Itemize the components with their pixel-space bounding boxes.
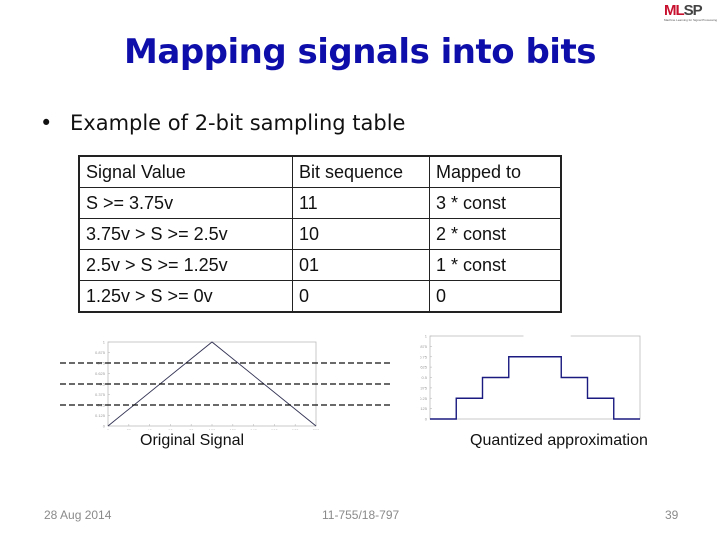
- y-tick-label: 0.875: [420, 344, 428, 349]
- x-tick-label: 80: [189, 428, 194, 430]
- y-tick-label: 0.125: [95, 413, 106, 418]
- y-tick-label: 0.5: [421, 375, 427, 380]
- slide-title: Mapping signals into bits: [124, 32, 596, 72]
- bullet-text: Example of 2-bit sampling table: [70, 111, 406, 135]
- table-header-cell: Mapped to: [429, 155, 562, 188]
- y-tick-label: 0.75: [420, 354, 428, 359]
- quantized-signal-caption: Quantized approximation: [470, 432, 648, 449]
- y-tick-label: 0.375: [420, 385, 428, 390]
- table-cell: 2 * const: [429, 218, 562, 250]
- x-tick-label: 200: [313, 428, 320, 430]
- quantized-signal-plot: 0 0.125 0.25 0.375 0.5 0.625 0.75 0.875 1: [420, 334, 641, 422]
- signal-line: [430, 356, 640, 420]
- footer-course: 11-755/18-797: [322, 508, 400, 522]
- x-tick-label: 180: [292, 428, 299, 430]
- y-tick-label: 0.375: [95, 392, 106, 397]
- table-cell: 1.25v > S >= 0v: [78, 280, 293, 313]
- table-row: 3.75v > S >= 2.5v 10 2 * const: [78, 218, 562, 250]
- y-tick-label: 0.875: [95, 350, 106, 355]
- table-cell: 3 * const: [429, 187, 562, 219]
- logo-subtitle: Machine Learning for Signal Processing: [664, 18, 718, 22]
- logo-accent: SP: [683, 2, 703, 19]
- table-header-row: Signal Value Bit sequence Mapped to: [78, 155, 562, 188]
- table-cell: 11: [292, 187, 430, 219]
- mlsp-logo: MLSP Machine Learning for Signal Process…: [664, 2, 718, 23]
- x-tick-label: 120: [229, 428, 236, 430]
- table-cell: 10: [292, 218, 430, 250]
- x-tick-label: 20: [127, 428, 132, 430]
- footer-date: 28 Aug 2014: [44, 508, 112, 522]
- table-cell: S >= 3.75v: [78, 187, 293, 219]
- original-signal-caption: Original Signal: [140, 432, 245, 449]
- x-tick-label: 40: [147, 428, 152, 430]
- x-tick-label: 0: [107, 428, 110, 430]
- x-tick-label: 140: [250, 428, 257, 430]
- plot-frame: [107, 341, 317, 427]
- bullet-icon: •: [40, 111, 53, 135]
- table-cell: 2.5v > S >= 1.25v: [78, 249, 293, 281]
- x-tick-label: 160: [271, 428, 278, 430]
- table-row: 2.5v > S >= 1.25v 01 1 * const: [78, 249, 562, 281]
- bullet-item: • Example of 2-bit sampling table: [40, 108, 405, 138]
- x-tick-label: 60: [168, 428, 173, 430]
- y-tick-label: 1: [103, 340, 106, 345]
- y-tick-label: 0.625: [420, 365, 428, 370]
- y-tick-label: 0.125: [420, 406, 428, 411]
- table-cell: 0: [429, 280, 562, 313]
- logo-main: ML: [664, 2, 685, 19]
- page-number: 39: [665, 508, 679, 522]
- y-tick-label: 0.25: [420, 396, 428, 401]
- sampling-table: Signal Value Bit sequence Mapped to S >=…: [78, 155, 562, 313]
- plot-gap: [523, 334, 571, 357]
- original-signal-plot: 00.1250.250.3750.50.6250.750.87510204060…: [60, 340, 390, 430]
- table-cell: 0: [292, 280, 430, 313]
- table-row: 1.25v > S >= 0v 0 0: [78, 280, 562, 313]
- y-tick-label: 0: [103, 424, 106, 429]
- x-tick-label: 100: [209, 428, 216, 430]
- signal-line: [107, 341, 317, 427]
- y-tick-label: 0: [425, 417, 428, 422]
- y-tick-label: 0.625: [95, 371, 106, 376]
- table-row: S >= 3.75v 11 3 * const: [78, 187, 562, 219]
- table-cell: 1 * const: [429, 249, 562, 281]
- y-tick-label: 1: [425, 334, 428, 339]
- table-header-cell: Signal Value: [78, 155, 293, 188]
- table-header-cell: Bit sequence: [292, 155, 430, 188]
- table-cell: 3.75v > S >= 2.5v: [78, 218, 293, 250]
- table-cell: 01: [292, 249, 430, 281]
